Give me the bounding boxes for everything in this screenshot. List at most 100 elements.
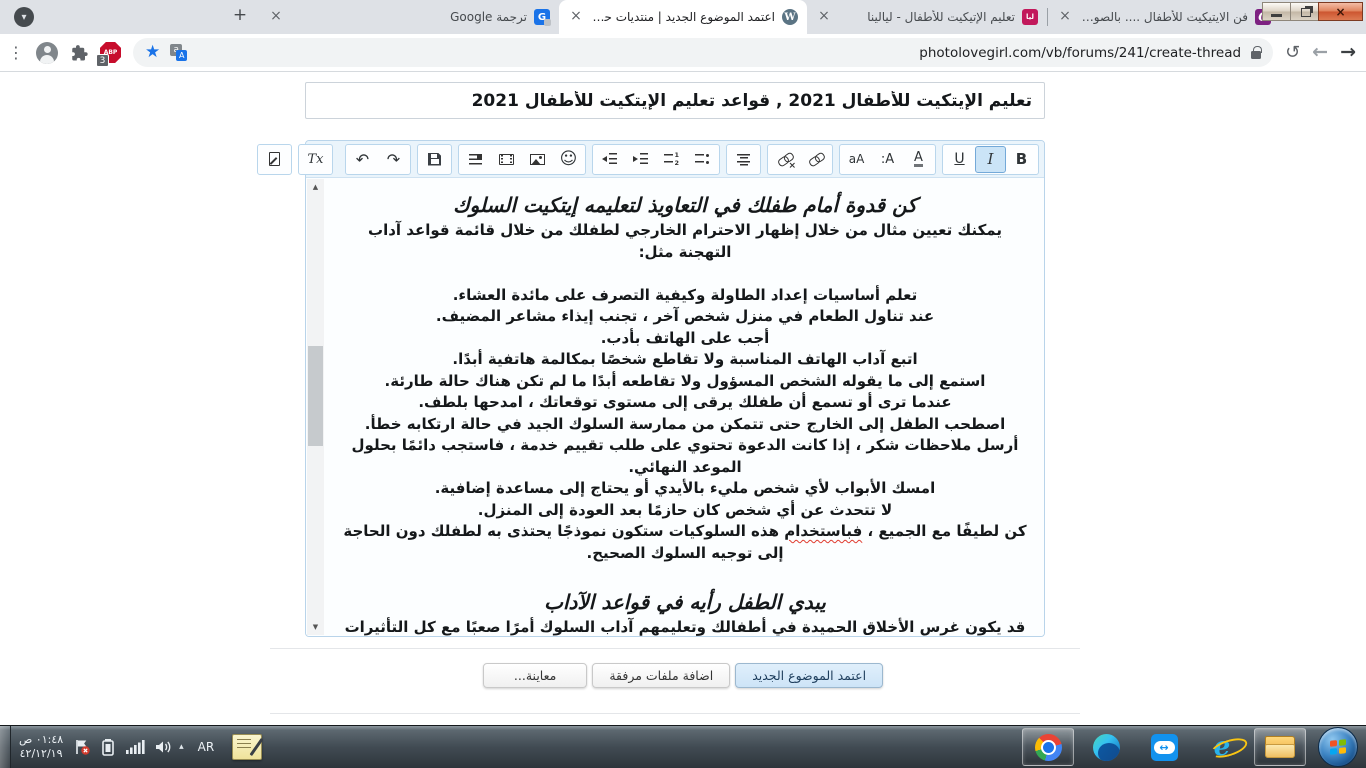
align-icon — [737, 153, 750, 166]
restore-button[interactable] — [1290, 2, 1319, 21]
scroll-up-icon[interactable]: ▲ — [307, 179, 324, 195]
insert-media-button[interactable] — [491, 146, 522, 173]
close-tab-icon[interactable]: × — [268, 9, 284, 25]
new-tab-button[interactable]: + — [227, 2, 253, 28]
save-icon — [428, 153, 441, 166]
screen: × C فن الايتيكيت للأطفال .... بالصور - ح… — [0, 0, 1366, 768]
thread-title-input[interactable] — [305, 82, 1045, 119]
underline-button[interactable]: U — [944, 146, 975, 173]
drafts-button[interactable] — [259, 146, 290, 173]
taskbar-teamviewer-button[interactable]: ↔ — [1138, 728, 1190, 766]
indent-icon — [633, 153, 648, 165]
attach-files-button[interactable]: اضافة ملفات مرفقة — [592, 663, 730, 688]
speaker-icon[interactable] — [154, 738, 173, 756]
site-favicon: ليا — [1022, 9, 1038, 25]
tab-title: ترجمة Google — [291, 10, 527, 24]
adblock-extension-button[interactable]: ABP 3 — [100, 42, 121, 63]
network-signal-icon[interactable] — [125, 738, 145, 756]
save-draft-button[interactable] — [419, 146, 450, 173]
text-color-icon[interactable]: A — [914, 151, 923, 167]
media-icon — [499, 154, 514, 165]
window-controls: × — [1263, 2, 1363, 21]
rich-text-editor: B I U A A: aA × — [305, 140, 1045, 637]
reload-icon[interactable]: ↺ — [1285, 44, 1300, 62]
editor-line: استمع إلى ما يقوله الشخص المسؤول ولا تقا… — [340, 371, 1030, 393]
italic-button[interactable]: I — [975, 146, 1006, 173]
alignment-button[interactable] — [728, 146, 759, 173]
close-tab-icon[interactable]: × — [816, 9, 832, 25]
bookmark-star-icon[interactable]: ★ — [145, 44, 160, 61]
editor-line: عند تناول الطعام في منزل شخص آخر ، تجنب … — [340, 306, 1030, 328]
scrollbar-thumb[interactable] — [308, 346, 323, 446]
internet-explorer-icon: e — [1214, 734, 1231, 760]
smiley-button[interactable]: ☺ — [553, 146, 584, 173]
image-icon — [530, 154, 545, 165]
insert-link-button[interactable] — [800, 146, 831, 173]
remove-format-button[interactable]: Tx — [300, 146, 331, 173]
explorer-folder-icon — [1265, 736, 1295, 758]
divider — [270, 713, 1080, 714]
taskbar-clock[interactable]: ٠١:٤٨ ص ٤٢/١٢/١٩ — [19, 733, 63, 761]
editor-line: عندما ترى أو تسمع أن طفلك يرقى إلى مستوى… — [340, 392, 1030, 414]
minimize-button[interactable] — [1262, 2, 1291, 21]
editor-line: لا تتحدث عن أي شخص كان حازمًا بعد العودة… — [340, 500, 1030, 522]
close-tab-icon[interactable]: × — [568, 9, 584, 25]
unlink-button[interactable]: × — [769, 146, 800, 173]
editor-line: يبدي الطفل رأيه في قواعد الآداب — [340, 589, 1030, 615]
profile-avatar-icon[interactable] — [36, 42, 58, 64]
preview-button[interactable]: معاينة... — [483, 663, 587, 688]
insert-quote-button[interactable] — [460, 146, 491, 173]
post-thread-button[interactable]: اعتمد الموضوع الجديد — [735, 663, 883, 688]
tab-taleem-layalina[interactable]: ليا تعليم الإتيكيت للأطفال - ليالينا × — [807, 0, 1047, 34]
editor-toolbar: B I U A A: aA × — [306, 141, 1044, 178]
numbered-list-icon — [664, 153, 679, 165]
clock-time: ٠١:٤٨ ص — [19, 733, 63, 747]
show-desktop-button[interactable] — [0, 726, 11, 768]
show-hidden-icons-button[interactable]: ▴ — [179, 742, 184, 752]
bold-button[interactable]: B — [1006, 146, 1037, 173]
translate-page-icon[interactable] — [170, 44, 187, 61]
close-window-button[interactable]: × — [1318, 2, 1363, 21]
start-button[interactable] — [1318, 727, 1358, 767]
language-indicator[interactable]: AR — [198, 740, 215, 754]
pen-notes-app-icon[interactable] — [232, 734, 262, 760]
outdent-button[interactable] — [594, 146, 625, 173]
indent-button[interactable] — [625, 146, 656, 173]
outdent-icon — [602, 153, 617, 165]
close-tab-icon[interactable]: × — [1057, 9, 1073, 25]
tab-create-thread-active[interactable]: W اعتمد الموضوع الجديد | منتديات حب البن… — [559, 0, 807, 34]
taskbar-chrome-button[interactable] — [1022, 728, 1074, 766]
editor-scrollbar[interactable]: ▲ ▼ — [307, 179, 324, 635]
browser-menu-icon[interactable]: ⋮ — [10, 45, 24, 61]
numbered-list-button[interactable] — [656, 146, 687, 173]
font-family-icon[interactable]: A: — [872, 146, 903, 173]
taskbar-ie-button[interactable]: e — [1196, 728, 1248, 766]
font-size-icon[interactable]: aA — [841, 146, 872, 173]
google-translate-favicon: G — [534, 9, 550, 25]
editor-line: اصطحب الطفل إلى الخارج حتى تتمكن من ممار… — [340, 414, 1030, 436]
bullet-list-button[interactable] — [687, 146, 718, 173]
taskbar-edge-button[interactable] — [1080, 728, 1132, 766]
tab-search-button[interactable]: ▾ — [14, 7, 34, 27]
extensions-icon[interactable] — [70, 44, 88, 62]
tab-google-translate[interactable]: G ترجمة Google × — [259, 0, 559, 34]
system-tray: ٠١:٤٨ ص ٤٢/١٢/١٩ ▴ AR — [0, 726, 262, 768]
scroll-down-icon[interactable]: ▼ — [307, 619, 324, 635]
taskbar: ٠١:٤٨ ص ٤٢/١٢/١٩ ▴ AR ↔ e — [0, 725, 1366, 768]
forward-icon[interactable]: ← — [1312, 43, 1328, 62]
lock-icon[interactable] — [1251, 51, 1261, 59]
editor-line: كن لطيفًا مع الجميع ، فباستخدام هذه السل… — [340, 521, 1030, 564]
tab-fan-etiquette[interactable]: C فن الايتيكيت للأطفال .... بالصور - حسن… — [1048, 0, 1280, 34]
address-bar[interactable]: photolovegirl.com/vb/forums/241/create-t… — [133, 38, 1273, 67]
form-actions: اعتمد الموضوع الجديد اضافة ملفات مرفقة م… — [0, 663, 1366, 688]
editor-line: اتبع آداب الهاتف المناسبة ولا تقاطع شخصً… — [340, 349, 1030, 371]
undo-button[interactable]: ↶ — [347, 146, 378, 173]
editor-content[interactable]: كن قدوة أمام طفلك في التعاويذ لتعليمه إي… — [306, 178, 1044, 636]
taskbar-explorer-button[interactable] — [1254, 728, 1306, 766]
action-center-flag-icon[interactable] — [73, 738, 91, 756]
redo-button[interactable]: ↷ — [378, 146, 409, 173]
tab-title: تعليم الإتيكيت للأطفال - ليالينا — [839, 10, 1015, 24]
back-icon[interactable]: → — [1340, 43, 1356, 62]
insert-image-button[interactable] — [522, 146, 553, 173]
battery-icon[interactable] — [100, 738, 116, 756]
